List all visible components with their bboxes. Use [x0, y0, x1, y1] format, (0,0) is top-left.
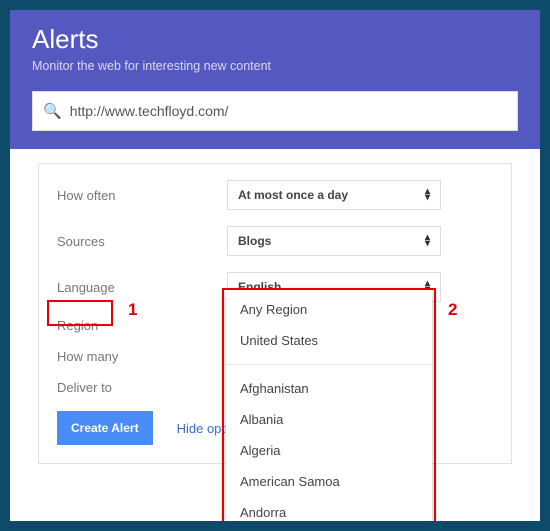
search-icon: 🔍	[43, 102, 62, 120]
dropdown-divider	[226, 364, 432, 365]
annotation-number-2: 2	[448, 300, 457, 320]
how-many-label: How many	[57, 349, 227, 364]
dropdown-item-any-region[interactable]: Any Region	[226, 294, 432, 325]
dropdown-item[interactable]: Algeria	[226, 435, 432, 466]
sources-label: Sources	[57, 234, 227, 249]
region-dropdown[interactable]: Any Region United States Afghanistan Alb…	[226, 290, 432, 521]
deliver-to-label: Deliver to	[57, 380, 227, 395]
sources-value: Blogs	[238, 234, 271, 248]
dropdown-item[interactable]: Afghanistan	[226, 373, 432, 404]
search-input[interactable]	[70, 103, 507, 119]
page-subtitle: Monitor the web for interesting new cont…	[32, 59, 518, 73]
how-often-value: At most once a day	[238, 188, 348, 202]
region-label: Region	[57, 318, 227, 333]
page-title: Alerts	[32, 24, 518, 55]
dropdown-item[interactable]: American Samoa	[226, 466, 432, 497]
annotation-number-1: 1	[128, 300, 137, 320]
dropdown-item[interactable]: Albania	[226, 404, 432, 435]
chevron-sort-icon	[425, 189, 430, 201]
search-box[interactable]: 🔍	[32, 91, 518, 131]
how-often-label: How often	[57, 188, 227, 203]
header: Alerts Monitor the web for interesting n…	[10, 10, 540, 91]
sources-select[interactable]: Blogs	[227, 226, 441, 256]
language-label: Language	[57, 280, 227, 295]
dropdown-item[interactable]: Andorra	[226, 497, 432, 521]
chevron-sort-icon	[425, 235, 430, 247]
create-alert-button[interactable]: Create Alert	[57, 411, 153, 445]
search-area: 🔍	[10, 91, 540, 149]
dropdown-item-united-states[interactable]: United States	[226, 325, 432, 356]
how-often-select[interactable]: At most once a day	[227, 180, 441, 210]
